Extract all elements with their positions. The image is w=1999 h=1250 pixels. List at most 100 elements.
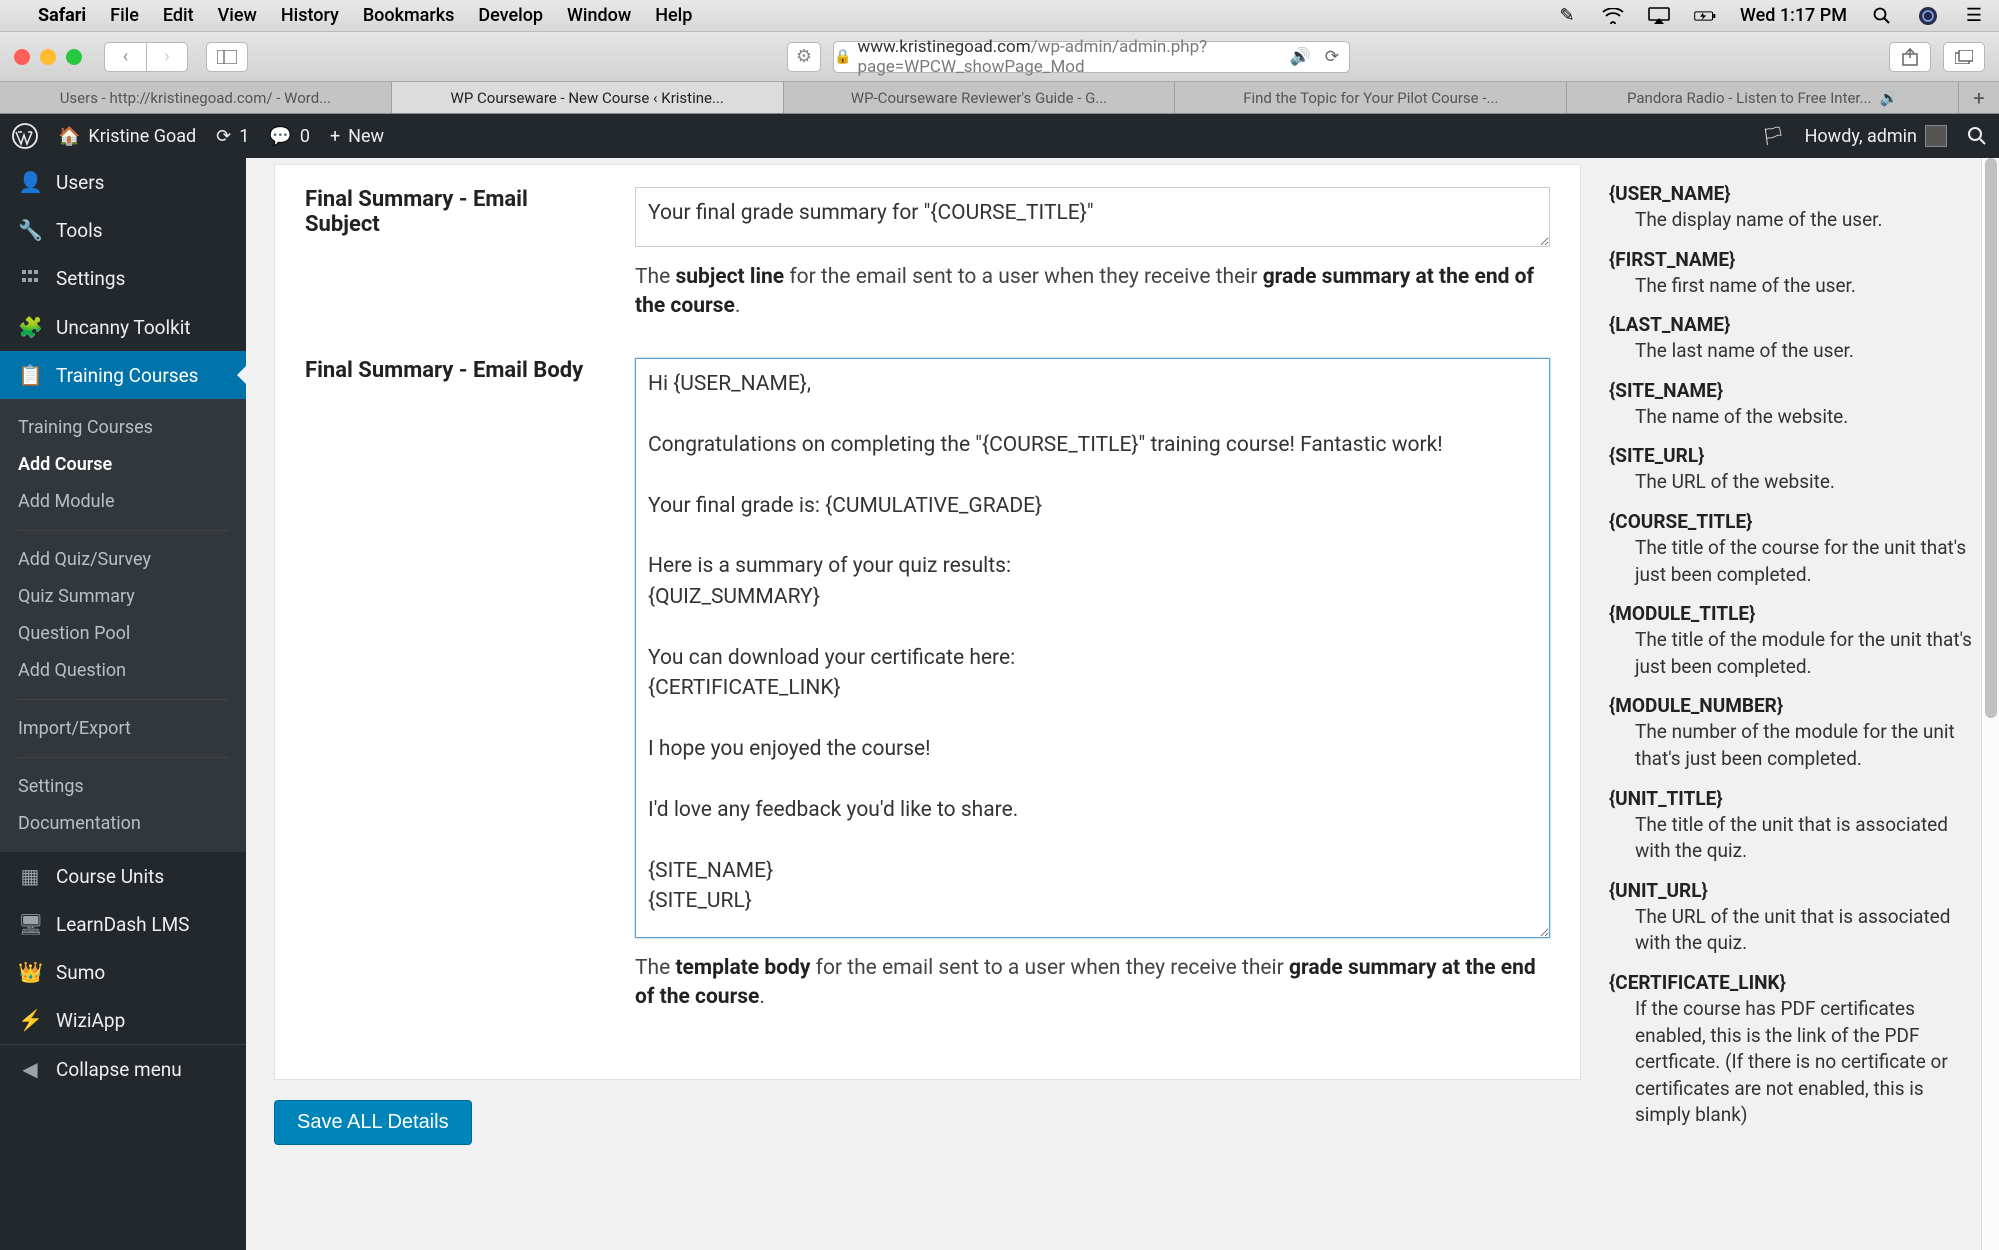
token-name: {CERTIFICATE_LINK}	[1609, 971, 1979, 994]
subitem-add-module[interactable]: Add Module	[0, 483, 246, 520]
learndash-icon: 🖥	[18, 912, 42, 936]
updates-link[interactable]: ⟳ 1	[216, 126, 249, 147]
token-desc: The URL of the unit that is associated w…	[1635, 904, 1979, 957]
body-help-text: The template body for the email sent to …	[635, 954, 1550, 1013]
sidebar-item-learndash[interactable]: 🖥LearnDash LMS	[0, 900, 246, 948]
wp-sidebar: 👤Users 🔧Tools Settings 🧩Uncanny Toolkit …	[0, 158, 246, 1250]
browser-tab-1[interactable]: WP Courseware - New Course ‹ Kristine...	[392, 82, 784, 113]
subitem-add-course[interactable]: Add Course	[0, 446, 246, 483]
maximize-window-button[interactable]	[66, 49, 82, 65]
airplay-icon[interactable]	[1648, 5, 1670, 27]
wifi-icon[interactable]	[1602, 5, 1624, 27]
avatar	[1925, 125, 1947, 147]
save-button[interactable]: Save ALL Details	[274, 1100, 472, 1145]
share-button[interactable]	[1889, 42, 1931, 72]
tab-audio-icon[interactable]: 🔊	[1879, 89, 1898, 107]
account-link[interactable]: Howdy, admin	[1805, 125, 1947, 147]
token-desc: The display name of the user.	[1635, 207, 1979, 234]
collapse-icon: ◀	[18, 1057, 42, 1081]
plus-icon: +	[330, 126, 340, 147]
subitem-add-question[interactable]: Add Question	[0, 652, 246, 689]
subitem-add-quiz[interactable]: Add Quiz/Survey	[0, 541, 246, 578]
new-tab-button[interactable]: +	[1959, 82, 1999, 113]
sidebar-item-tools[interactable]: 🔧Tools	[0, 206, 246, 254]
sidebar-item-sumo[interactable]: 👑Sumo	[0, 948, 246, 996]
scrollbar[interactable]	[1981, 158, 1999, 1250]
token-desc: The first name of the user.	[1635, 273, 1979, 300]
subitem-documentation[interactable]: Documentation	[0, 805, 246, 842]
email-body-textarea[interactable]	[635, 358, 1550, 938]
subitem-settings[interactable]: Settings	[0, 768, 246, 805]
comments-link[interactable]: 💬 0	[269, 126, 310, 147]
menu-bookmarks[interactable]: Bookmarks	[363, 5, 455, 26]
battery-icon[interactable]	[1694, 5, 1716, 27]
notification-icon[interactable]: 🏳	[1762, 126, 1785, 147]
subject-help-text: The subject line for the email sent to a…	[635, 263, 1550, 322]
scrollbar-thumb[interactable]	[1985, 158, 1997, 718]
email-subject-input[interactable]	[635, 187, 1550, 247]
window-controls	[14, 49, 82, 65]
close-window-button[interactable]	[14, 49, 30, 65]
collapse-menu[interactable]: ◀Collapse menu	[0, 1044, 246, 1093]
subitem-training-courses[interactable]: Training Courses	[0, 409, 246, 446]
menu-edit[interactable]: Edit	[163, 5, 194, 26]
sidebar-item-wiziapp[interactable]: ⚡WiziApp	[0, 996, 246, 1044]
comment-icon: 💬	[269, 126, 291, 147]
sidebar-item-users[interactable]: 👤Users	[0, 158, 246, 206]
address-bar[interactable]: 🔒 www.kristinegoad.com/wp-admin/admin.ph…	[833, 41, 1350, 73]
forward-button[interactable]: ›	[146, 42, 188, 72]
menu-help[interactable]: Help	[655, 5, 692, 26]
menu-file[interactable]: File	[110, 5, 139, 26]
refresh-icon: ⟳	[216, 126, 231, 147]
new-content-link[interactable]: + New	[330, 126, 384, 147]
notification-center-icon[interactable]: ☰	[1963, 5, 1985, 27]
search-icon[interactable]	[1967, 126, 1987, 146]
extension-button[interactable]: ⚙	[787, 42, 821, 72]
sidebar-item-settings[interactable]: Settings	[0, 254, 246, 303]
sidebar-item-uncanny[interactable]: 🧩Uncanny Toolkit	[0, 303, 246, 351]
sidebar-item-course-units[interactable]: ▦Course Units	[0, 852, 246, 900]
menu-view[interactable]: View	[218, 5, 257, 26]
sidebar-item-training-courses[interactable]: 📋Training Courses	[0, 351, 246, 399]
subitem-question-pool[interactable]: Question Pool	[0, 615, 246, 652]
reload-button[interactable]: ⟳	[1325, 47, 1339, 67]
wp-logo[interactable]	[12, 123, 38, 149]
site-name-link[interactable]: 🏠 Kristine Goad	[58, 126, 196, 147]
url-domain: www.kristinegoad.com	[857, 37, 1030, 57]
token-desc: If the course has PDF certificates enabl…	[1635, 996, 1979, 1129]
audio-icon[interactable]: 🔊	[1290, 47, 1311, 67]
spotlight-icon[interactable]	[1871, 5, 1893, 27]
menu-history[interactable]: History	[281, 5, 339, 26]
clock[interactable]: Wed 1:17 PM	[1740, 5, 1847, 26]
subitem-import-export[interactable]: Import/Export	[0, 710, 246, 747]
token-reference: {USER_NAME}The display name of the user.…	[1599, 158, 1999, 1250]
evernote-icon[interactable]: ✎	[1556, 5, 1578, 27]
tabs-overview-button[interactable]	[1943, 42, 1985, 72]
wiziapp-icon: ⚡	[18, 1008, 42, 1032]
minimize-window-button[interactable]	[40, 49, 56, 65]
lock-icon: 🔒	[834, 49, 851, 65]
token-desc: The last name of the user.	[1635, 338, 1979, 365]
back-button[interactable]: ‹	[104, 42, 146, 72]
users-icon: 👤	[18, 170, 42, 194]
token-name: {USER_NAME}	[1609, 182, 1979, 205]
uncanny-icon: 🧩	[18, 315, 42, 339]
sidebar-submenu: Training Courses Add Course Add Module A…	[0, 399, 246, 852]
token-name: {UNIT_URL}	[1609, 879, 1979, 902]
menu-develop[interactable]: Develop	[478, 5, 543, 26]
safari-toolbar: ‹ › ⚙ 🔒 www.kristinegoad.com/wp-admin/ad…	[0, 32, 1999, 82]
app-name[interactable]: Safari	[38, 5, 86, 26]
browser-tab-2[interactable]: WP-Courseware Reviewer's Guide - G...	[784, 82, 1176, 113]
siri-icon[interactable]	[1917, 5, 1939, 27]
token-desc: The URL of the website.	[1635, 469, 1979, 496]
browser-tab-4[interactable]: Pandora Radio - Listen to Free Inter...🔊	[1567, 82, 1959, 113]
subitem-quiz-summary[interactable]: Quiz Summary	[0, 578, 246, 615]
token-name: {FIRST_NAME}	[1609, 248, 1979, 271]
token-name: {LAST_NAME}	[1609, 313, 1979, 336]
sidebar-button[interactable]	[206, 42, 248, 72]
browser-tab-0[interactable]: Users - http://kristinegoad.com/ - Word.…	[0, 82, 392, 113]
course-units-icon: ▦	[18, 864, 42, 888]
browser-tab-3[interactable]: Find the Topic for Your Pilot Course -..…	[1175, 82, 1567, 113]
home-icon: 🏠	[58, 126, 80, 147]
menu-window[interactable]: Window	[567, 5, 631, 26]
